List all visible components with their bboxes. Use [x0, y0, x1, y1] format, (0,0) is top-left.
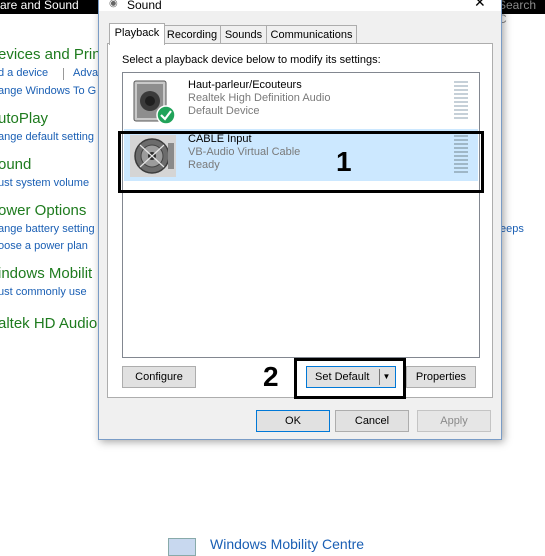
windows-to-go-link[interactable]: ange Windows To G	[0, 85, 96, 97]
device-name: Haut-parleur/Ecouteurs	[188, 79, 302, 91]
annotation-number-2: 2	[263, 361, 279, 392]
annotation-box-1	[118, 131, 484, 193]
add-device-link[interactable]: d a device	[0, 67, 48, 79]
instruction-text: Select a playback device below to modify…	[122, 54, 381, 66]
autoplay-defaults-link[interactable]: ange default setting	[0, 131, 94, 143]
properties-button[interactable]: Properties	[406, 366, 476, 388]
tab-communications[interactable]: Communications	[266, 25, 357, 44]
power-plan-link[interactable]: oose a power plan	[0, 240, 88, 252]
mobility-centre-icon	[168, 538, 196, 556]
power-options-heading[interactable]: ower Options	[0, 202, 86, 219]
cancel-button[interactable]: Cancel	[335, 410, 409, 432]
realtek-hd-audio-heading[interactable]: altek HD Audio	[0, 315, 97, 332]
dialog-title: Sound	[127, 0, 162, 12]
autoplay-heading[interactable]: utoPlay	[0, 110, 48, 127]
tab-recording[interactable]: Recording	[163, 25, 221, 44]
speaker-icon	[130, 79, 176, 125]
device-driver: Realtek High Definition Audio	[188, 92, 331, 104]
advanced-link[interactable]: Adva	[73, 67, 98, 79]
device-list[interactable]: Haut-parleur/Ecouteurs Realtek High Defi…	[122, 72, 480, 358]
annotation-box-2	[294, 358, 406, 399]
dialog-titlebar[interactable]: ◉ Sound ✕	[99, 0, 501, 12]
battery-settings-link[interactable]: ange battery setting	[0, 223, 95, 235]
search-box[interactable]: Search C	[498, 0, 545, 26]
apply-button[interactable]: Apply	[417, 410, 491, 432]
link-separator	[63, 68, 64, 80]
annotation-number-1: 1	[336, 146, 352, 177]
tab-playback[interactable]: Playback	[109, 23, 165, 45]
device-status: Default Device	[188, 105, 260, 117]
control-panel-title: are and Sound	[0, 0, 79, 12]
volume-meter	[454, 81, 468, 123]
windows-mobility-heading[interactable]: indows Mobilit	[0, 265, 92, 282]
device-item-speakers[interactable]: Haut-parleur/Ecouteurs Realtek High Defi…	[124, 75, 478, 127]
sleep-link[interactable]: eeps	[500, 223, 524, 235]
ok-button[interactable]: OK	[256, 410, 330, 432]
devices-and-printers-heading[interactable]: evices and Print	[0, 46, 105, 63]
mobility-centre-link[interactable]: Windows Mobility Centre	[210, 536, 364, 552]
close-icon[interactable]: ✕	[474, 0, 486, 11]
system-volume-link[interactable]: ust system volume	[0, 177, 89, 189]
speaker-icon: ◉	[109, 0, 118, 9]
configure-button[interactable]: Configure	[122, 366, 196, 388]
tab-sounds[interactable]: Sounds	[220, 25, 267, 44]
mobility-settings-link[interactable]: ust commonly use	[0, 286, 87, 298]
playback-panel: Select a playback device below to modify…	[107, 43, 493, 398]
sound-heading[interactable]: ound	[0, 156, 31, 173]
